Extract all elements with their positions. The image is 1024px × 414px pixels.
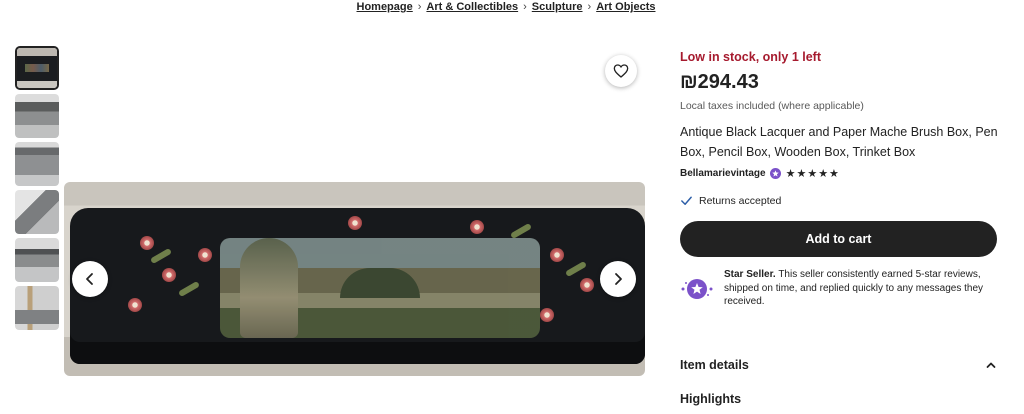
shop-name-link[interactable]: Bellamarievintage — [680, 168, 766, 179]
breadcrumb-art-collectibles[interactable]: Art & Collectibles — [426, 1, 518, 13]
star-seller-text: Star Seller. This seller consistently ea… — [724, 268, 1000, 309]
thumbnail-strip — [15, 46, 60, 334]
chevron-left-icon — [86, 273, 93, 285]
breadcrumb-separator-icon: › — [417, 1, 422, 13]
next-image-button[interactable] — [600, 261, 636, 297]
heart-icon — [613, 64, 629, 78]
breadcrumb-separator-icon: › — [587, 1, 592, 13]
chevron-right-icon — [615, 273, 622, 285]
returns-policy: Returns accepted — [680, 194, 781, 207]
thumbnail-1[interactable] — [15, 46, 59, 90]
star-seller-icon — [680, 278, 714, 309]
shop-info: Bellamarievintage ★★★★★ — [680, 167, 840, 180]
product-title: Antique Black Lacquer and Paper Mache Br… — [680, 125, 998, 159]
star-seller-info: Star Seller. This seller consistently ea… — [680, 268, 1000, 309]
stock-notice: Low in stock, only 1 left — [680, 50, 821, 64]
breadcrumb-separator-icon: › — [523, 1, 527, 13]
breadcrumb: Homepage › Art & Collectibles › Sculptur… — [0, 0, 1012, 14]
painted-landscape — [220, 238, 540, 338]
rating-stars[interactable]: ★★★★★ — [786, 167, 840, 180]
star-seller-label: Star Seller. — [724, 269, 776, 280]
thumbnail-2[interactable] — [15, 94, 59, 138]
breadcrumb-sculpture[interactable]: Sculpture — [532, 1, 583, 13]
returns-label: Returns accepted — [699, 194, 782, 207]
check-icon — [681, 196, 692, 205]
thumbnail-5[interactable] — [15, 238, 59, 282]
thumbnail-4[interactable] — [15, 190, 59, 234]
main-product-image[interactable] — [64, 182, 645, 376]
product-box-illustration — [70, 208, 645, 364]
star-seller-badge-icon — [769, 168, 781, 179]
breadcrumb-homepage[interactable]: Homepage — [357, 1, 413, 13]
favorite-button[interactable] — [605, 55, 637, 87]
breadcrumb-art-objects[interactable]: Art Objects — [596, 1, 655, 13]
tax-note: Local taxes included (where applicable) — [680, 100, 864, 112]
price: ₪294.43 — [680, 71, 759, 93]
chevron-up-icon — [986, 362, 996, 368]
item-details-label: Item details — [680, 358, 749, 372]
highlights-heading: Highlights — [680, 392, 742, 406]
item-details-toggle[interactable]: Item details — [680, 358, 997, 372]
thumbnail-6[interactable] — [15, 286, 59, 330]
thumbnail-3[interactable] — [15, 142, 59, 186]
previous-image-button[interactable] — [72, 261, 108, 297]
add-to-cart-button[interactable]: Add to cart — [680, 221, 997, 257]
